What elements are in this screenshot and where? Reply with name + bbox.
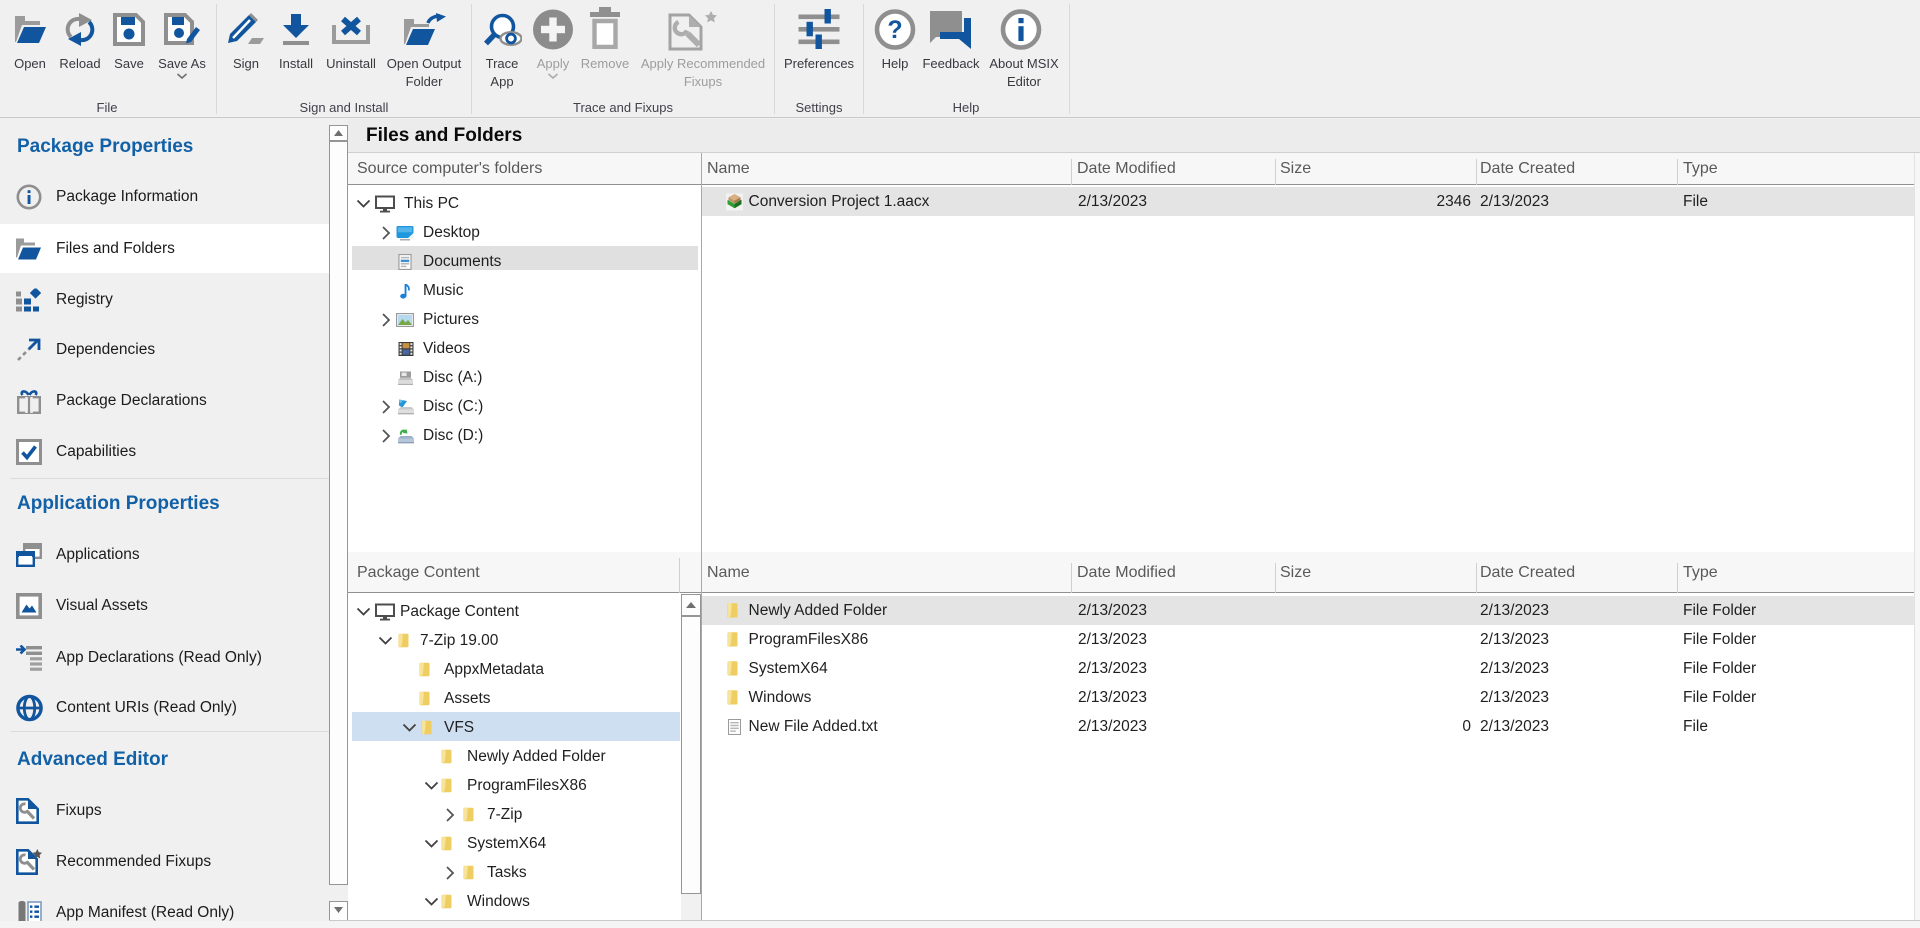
svg-text:?: ? (887, 16, 902, 44)
